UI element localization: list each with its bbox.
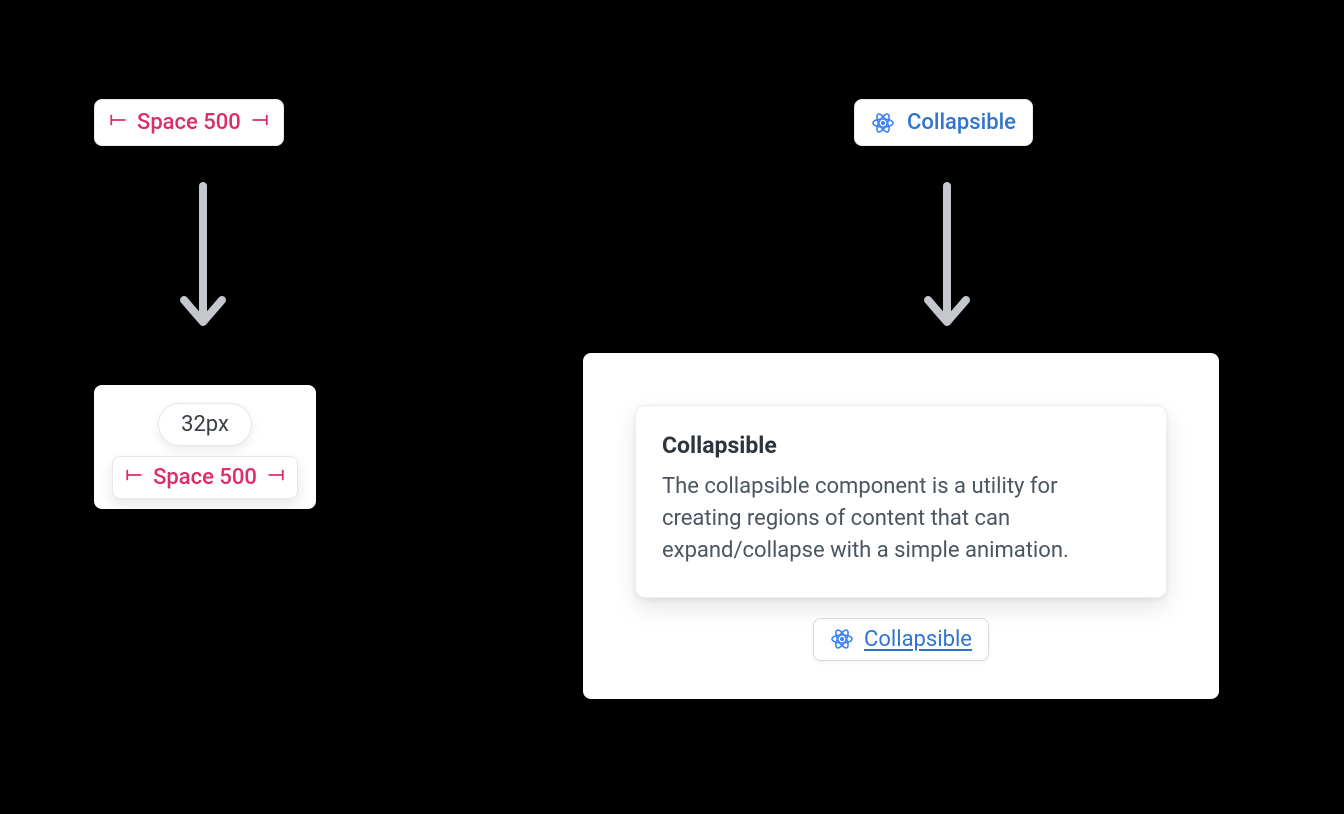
measure-right-icon <box>267 465 285 490</box>
space-token-chip-hovered[interactable]: Space 500 <box>112 456 298 499</box>
collapsible-link-label: Collapsible <box>864 627 972 652</box>
collapsible-link-row: Collapsible <box>635 618 1167 661</box>
measure-left-icon <box>109 110 127 135</box>
space-token-value-pill: 32px <box>158 403 252 446</box>
measure-left-icon <box>125 465 143 490</box>
collapsible-component-chip[interactable]: Collapsible <box>854 99 1033 146</box>
react-atom-icon <box>830 627 854 651</box>
space-token-chip[interactable]: Space 500 <box>94 99 284 146</box>
space-token-value: 32px <box>181 412 229 437</box>
collapsible-link-chip[interactable]: Collapsible <box>813 618 989 661</box>
react-atom-icon <box>871 111 895 135</box>
collapsible-doc-title: Collapsible <box>662 432 1140 459</box>
collapsible-doc-panel: Collapsible The collapsible component is… <box>583 353 1219 699</box>
measure-right-icon <box>251 110 269 135</box>
collapsible-doc-description: The collapsible component is a utility f… <box>662 471 1140 567</box>
arrow-down-icon <box>922 180 972 330</box>
space-token-label: Space 500 <box>137 110 241 135</box>
component-chip-label: Collapsible <box>907 110 1016 135</box>
arrow-down-icon <box>178 180 228 330</box>
space-token-label: Space 500 <box>153 465 257 490</box>
collapsible-doc-card: Collapsible The collapsible component is… <box>635 405 1167 598</box>
diagram-stage: Space 500 32px Space 500 <box>0 0 1344 814</box>
space-token-hover-panel: 32px Space 500 <box>94 385 316 509</box>
